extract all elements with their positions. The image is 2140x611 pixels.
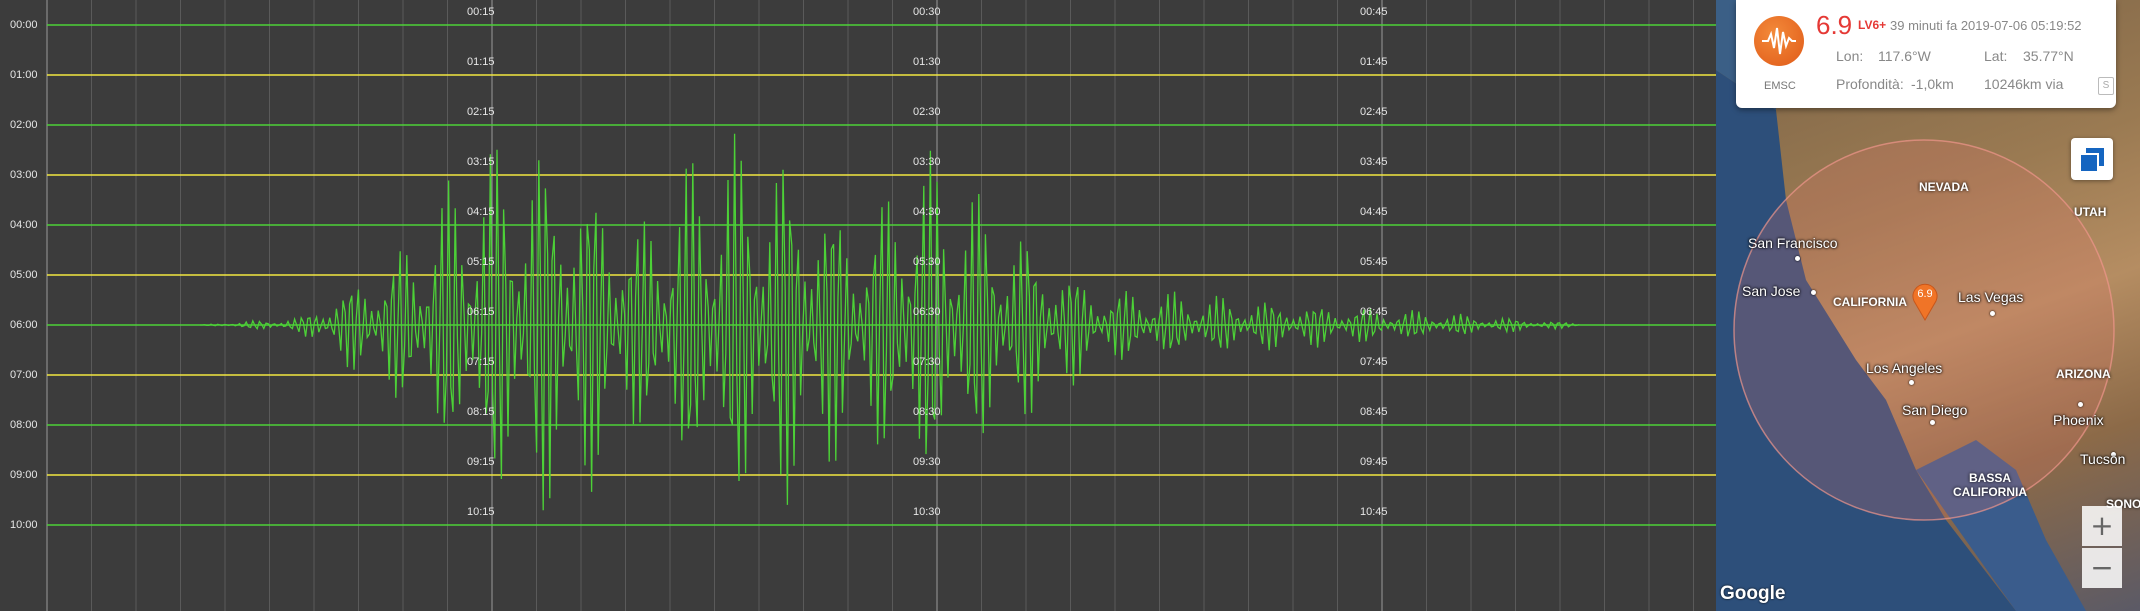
distance-value: 10246km via [1984,76,2064,92]
seismic-waveform [200,133,1580,511]
city-tucson: Tucson [2080,451,2126,467]
minute-tick-label: 04:15 [467,206,495,218]
agency-label: EMSC [1764,80,1796,92]
region-arizona: ARIZONA [2056,367,2111,381]
minute-tick-label: 09:15 [467,456,495,468]
minute-tick-label: 05:30 [913,256,941,268]
city-las-vegas: Las Vegas [1958,289,2024,305]
city-dot [2078,402,2083,407]
depth-label: Profondità: [1836,76,1904,92]
row-time-label: 08:00 [10,419,38,431]
minute-tick-label: 04:30 [913,206,941,218]
row-time-label: 00:00 [10,19,38,31]
region-california: CALIFORNIA [1833,295,1907,309]
minute-tick-label: 10:30 [913,506,941,518]
minute-tick-label: 01:45 [1360,56,1388,68]
minute-tick-label: 03:15 [467,156,495,168]
minute-tick-label: 07:15 [467,356,495,368]
lat-label: Lat: [1984,48,2008,64]
row-time-label: 10:00 [10,519,38,531]
minute-tick-label: 05:15 [467,256,495,268]
minute-tick-label: 02:45 [1360,106,1388,118]
zoom-in-button[interactable]: + [2082,506,2122,546]
minute-tick-label: 01:15 [467,56,495,68]
row-time-label: 06:00 [10,319,38,331]
row-time-label: 09:00 [10,469,38,481]
minute-tick-label: 06:30 [913,306,941,318]
row-time-label: 04:00 [10,219,38,231]
minute-tick-label: 07:30 [913,356,941,368]
lon-label: Lon: [1836,48,1864,64]
zoom-out-button[interactable]: − [2082,548,2122,588]
minute-tick-label: 02:30 [913,106,941,118]
intensity-level: LV6+ [1858,18,1887,32]
seismogram-panel: 00:00 00:15 00:30 00:45 01:00 01:15 01:30 01:45… [0,0,1716,611]
layers-button[interactable] [2071,138,2113,180]
event-card[interactable]: EMSC 6.9 LV6+ 39 minuti fa 2019-07-06 05… [1736,0,2116,108]
row-time-label: 03:00 [10,169,38,181]
minute-tick-label: 00:45 [1360,6,1388,18]
minute-tick-label: 08:15 [467,406,495,418]
minute-tick-label: 00:15 [467,6,495,18]
minute-tick-label: 01:30 [913,56,941,68]
row-time-label: 02:00 [10,119,38,131]
event-time: 39 minuti fa 2019-07-06 05:19:52 [1890,18,2082,33]
city-san-francisco: San Francisco [1748,235,1838,251]
lon-value: 117.6°W [1878,48,1931,64]
depth-value: -1,0km [1911,76,1954,92]
minute-tick-label: 06:45 [1360,306,1388,318]
google-attribution: Google [1720,583,1786,604]
city-san-jose: San Jose [1742,283,1801,299]
city-los-angeles: Los Angeles [1866,360,1943,376]
wave-glyph [1762,27,1796,55]
lat-value: 35.77°N [2023,48,2074,64]
minute-tick-label: 08:45 [1360,406,1388,418]
city-dot [1795,256,1800,261]
earthquake-marker[interactable]: 6.9 [1911,283,1939,321]
region-nevada: NEVADA [1919,180,1969,194]
minute-tick-label: 03:30 [913,156,941,168]
minute-tick-label: 04:45 [1360,206,1388,218]
row-time-label: 07:00 [10,369,38,381]
seismogram-plot [46,0,1716,611]
minute-tick-label: 03:45 [1360,156,1388,168]
minute-tick-label: 00:30 [913,6,941,18]
city-dot [1930,420,1935,425]
minute-tick-label: 10:15 [467,506,495,518]
city-dot [1811,290,1816,295]
minute-tick-label: 09:30 [913,456,941,468]
seismic-wave-icon [1754,16,1804,66]
magnitude-value: 6.9 [1816,10,1853,40]
row-time-label: 05:00 [10,269,38,281]
minute-tick-label: 02:15 [467,106,495,118]
region-utah: UTAH [2074,205,2107,219]
share-glyph: S [2102,80,2110,91]
city-dot [1909,380,1914,385]
marker-magnitude: 6.9 [1917,288,1933,300]
minute-tick-label: 06:15 [467,306,495,318]
city-dot [1990,311,1995,316]
layers-icon [2079,148,2104,173]
minute-tick-label: 05:45 [1360,256,1388,268]
city-phoenix: Phoenix [2053,412,2104,428]
minute-tick-label: 07:45 [1360,356,1388,368]
row-time-label: 01:00 [10,69,38,81]
minute-tick-label: 09:45 [1360,456,1388,468]
minute-tick-label: 10:45 [1360,506,1388,518]
city-san-diego: San Diego [1902,402,1968,418]
minute-tick-label: 08:30 [913,406,941,418]
map-panel[interactable]: NEVADA UTAH CALIFORNIA ARIZONA BASSA CAL… [1716,0,2140,611]
region-baja-california: BASSA CALIFORNIA [1953,471,2027,499]
share-icon[interactable]: S [2098,77,2114,95]
